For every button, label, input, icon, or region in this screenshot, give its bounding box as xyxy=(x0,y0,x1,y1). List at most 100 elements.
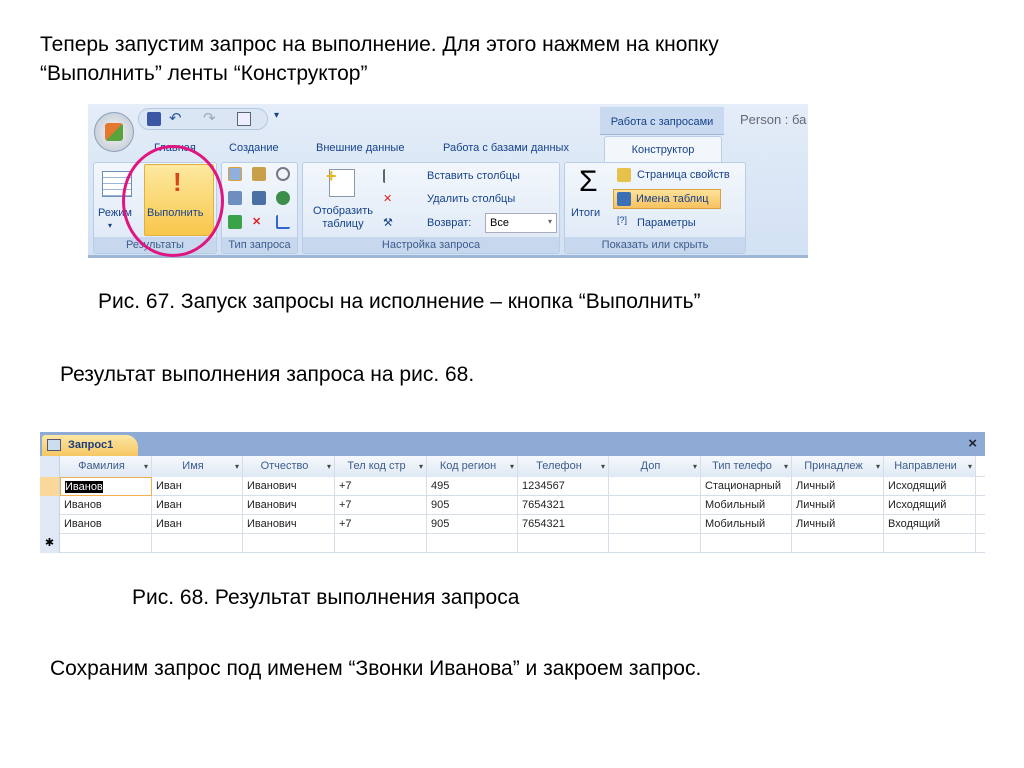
table-cell[interactable]: +7 xyxy=(335,496,427,515)
row-selector[interactable] xyxy=(40,477,60,496)
data-definition-icon[interactable] xyxy=(276,215,290,229)
table-cell[interactable]: Входящий xyxy=(884,515,976,534)
table-cell[interactable]: 7654321 xyxy=(518,496,609,515)
table-cell[interactable]: Иванов xyxy=(60,515,152,534)
table-cell[interactable]: Личный xyxy=(792,477,884,496)
table-cell[interactable] xyxy=(792,534,884,553)
crosstab-icon[interactable] xyxy=(252,191,266,205)
tab-create[interactable]: Создание xyxy=(229,142,279,154)
union-query-icon[interactable] xyxy=(276,167,290,181)
redo-icon[interactable]: ↷ xyxy=(203,109,216,127)
office-button[interactable] xyxy=(94,112,134,152)
column-header[interactable]: Код регион ▾ xyxy=(427,456,518,477)
column-dropdown-icon[interactable]: ▾ xyxy=(327,456,331,477)
table-cell[interactable]: Мобильный xyxy=(701,515,792,534)
column-dropdown-icon[interactable]: ▾ xyxy=(784,456,788,477)
mode-dropdown-icon[interactable]: ▾ xyxy=(108,221,112,230)
table-row[interactable]: Иванов Иван Иванович +7 905 7654321 Мобильный Л… xyxy=(40,515,985,534)
column-dropdown-icon[interactable]: ▾ xyxy=(235,456,239,477)
column-dropdown-icon[interactable]: ▾ xyxy=(601,456,605,477)
select-query-icon[interactable] xyxy=(228,167,242,181)
table-cell[interactable] xyxy=(243,534,335,553)
column-header[interactable]: Тип телефо ▾ xyxy=(701,456,792,477)
table-cell[interactable]: 7654321 xyxy=(518,515,609,534)
table-cell[interactable]: 1234567 xyxy=(518,477,609,496)
table-cell[interactable] xyxy=(701,534,792,553)
table-cell[interactable]: +7 xyxy=(335,477,427,496)
table-cell[interactable] xyxy=(427,534,518,553)
parameters-button[interactable]: Параметры xyxy=(637,217,696,229)
property-sheet-button[interactable]: Страница свойств xyxy=(637,169,730,181)
query-tab[interactable]: Запрос1 xyxy=(42,435,138,456)
delete-query-icon[interactable]: ✕ xyxy=(252,215,266,229)
table-cell[interactable]: Иванович xyxy=(243,515,335,534)
column-header[interactable]: Доп ▾ xyxy=(609,456,701,477)
return-select[interactable]: Все ▾ xyxy=(485,213,557,233)
table-cell[interactable]: 905 xyxy=(427,496,518,515)
pass-through-icon[interactable] xyxy=(276,191,290,205)
new-record-row[interactable]: ✱ xyxy=(40,534,985,553)
table-cell[interactable]: Исходящий xyxy=(884,496,976,515)
update-query-icon[interactable] xyxy=(252,167,266,181)
table-cell[interactable]: +7 xyxy=(335,515,427,534)
table-cell[interactable]: 495 xyxy=(427,477,518,496)
table-cell[interactable] xyxy=(152,534,243,553)
table-cell[interactable]: Личный xyxy=(792,515,884,534)
table-cell[interactable]: Личный xyxy=(792,496,884,515)
select-all-corner[interactable] xyxy=(40,456,60,477)
show-table-button[interactable]: Отобразить таблицу xyxy=(309,205,377,231)
undo-icon[interactable]: ↶ xyxy=(169,109,182,127)
column-dropdown-icon[interactable]: ▾ xyxy=(968,456,972,477)
column-header-row: Фамилия ▾ Имя ▾ Отчество ▾ Тел код стр ▾ Код рег… xyxy=(40,456,985,477)
datasheet-icon[interactable] xyxy=(237,112,251,126)
column-dropdown-icon[interactable]: ▾ xyxy=(144,456,148,477)
delete-columns-button[interactable]: Удалить столбцы xyxy=(427,193,515,205)
table-names-button[interactable]: Имена таблиц xyxy=(613,189,721,209)
table-cell[interactable]: Исходящий xyxy=(884,477,976,496)
table-cell[interactable]: Иванов xyxy=(60,496,152,515)
group-show-hide: Σ Итоги Страница свойств Имена таблиц [?… xyxy=(564,162,746,254)
table-cell[interactable]: Мобильный xyxy=(701,496,792,515)
row-selector[interactable] xyxy=(40,496,60,515)
column-dropdown-icon[interactable]: ▾ xyxy=(693,456,697,477)
make-table-icon[interactable] xyxy=(228,191,242,205)
column-dropdown-icon[interactable]: ▾ xyxy=(419,456,423,477)
save-icon[interactable] xyxy=(147,112,161,126)
column-dropdown-icon[interactable]: ▾ xyxy=(876,456,880,477)
insert-columns-button[interactable]: Вставить столбцы xyxy=(427,170,520,182)
table-row[interactable]: Иванов Иван Иванович +7 905 7654321 Мобильный Л… xyxy=(40,496,985,515)
column-header[interactable]: Фамилия ▾ xyxy=(60,456,152,477)
table-cell[interactable] xyxy=(609,534,701,553)
table-cell[interactable]: Иванович xyxy=(243,477,335,496)
table-cell[interactable] xyxy=(609,477,701,496)
column-dropdown-icon[interactable]: ▾ xyxy=(510,456,514,477)
table-cell[interactable] xyxy=(609,515,701,534)
column-header[interactable]: Отчество ▾ xyxy=(243,456,335,477)
totals-button[interactable]: Итоги xyxy=(571,207,600,219)
customize-qat-icon[interactable]: ▾ xyxy=(274,110,279,121)
tab-external-data[interactable]: Внешние данные xyxy=(316,142,404,154)
table-cell[interactable]: Иванович xyxy=(243,496,335,515)
table-cell[interactable]: Иван xyxy=(152,496,243,515)
column-header[interactable]: Имя ▾ xyxy=(152,456,243,477)
column-header[interactable]: Принадлеж ▾ xyxy=(792,456,884,477)
table-cell[interactable] xyxy=(518,534,609,553)
column-header[interactable]: Телефон ▾ xyxy=(518,456,609,477)
table-cell[interactable] xyxy=(60,534,152,553)
tab-database-tools[interactable]: Работа с базами данных xyxy=(443,142,569,154)
append-query-icon[interactable] xyxy=(228,215,242,229)
table-cell[interactable] xyxy=(609,496,701,515)
table-cell[interactable]: 905 xyxy=(427,515,518,534)
table-cell[interactable]: Иван xyxy=(152,477,243,496)
table-cell[interactable] xyxy=(884,534,976,553)
row-selector[interactable] xyxy=(40,515,60,534)
table-row[interactable]: Иванов Иван Иванович +7 495 1234567 Стационарн… xyxy=(40,477,985,496)
table-cell[interactable] xyxy=(335,534,427,553)
close-icon[interactable]: × xyxy=(968,435,977,452)
column-header[interactable]: Тел код стр ▾ xyxy=(335,456,427,477)
table-cell[interactable]: Иванов xyxy=(60,477,152,496)
tab-design[interactable]: Конструктор xyxy=(604,136,722,162)
table-cell[interactable]: Иван xyxy=(152,515,243,534)
column-header[interactable]: Направлени ▾ xyxy=(884,456,976,477)
table-cell[interactable]: Стационарный xyxy=(701,477,792,496)
